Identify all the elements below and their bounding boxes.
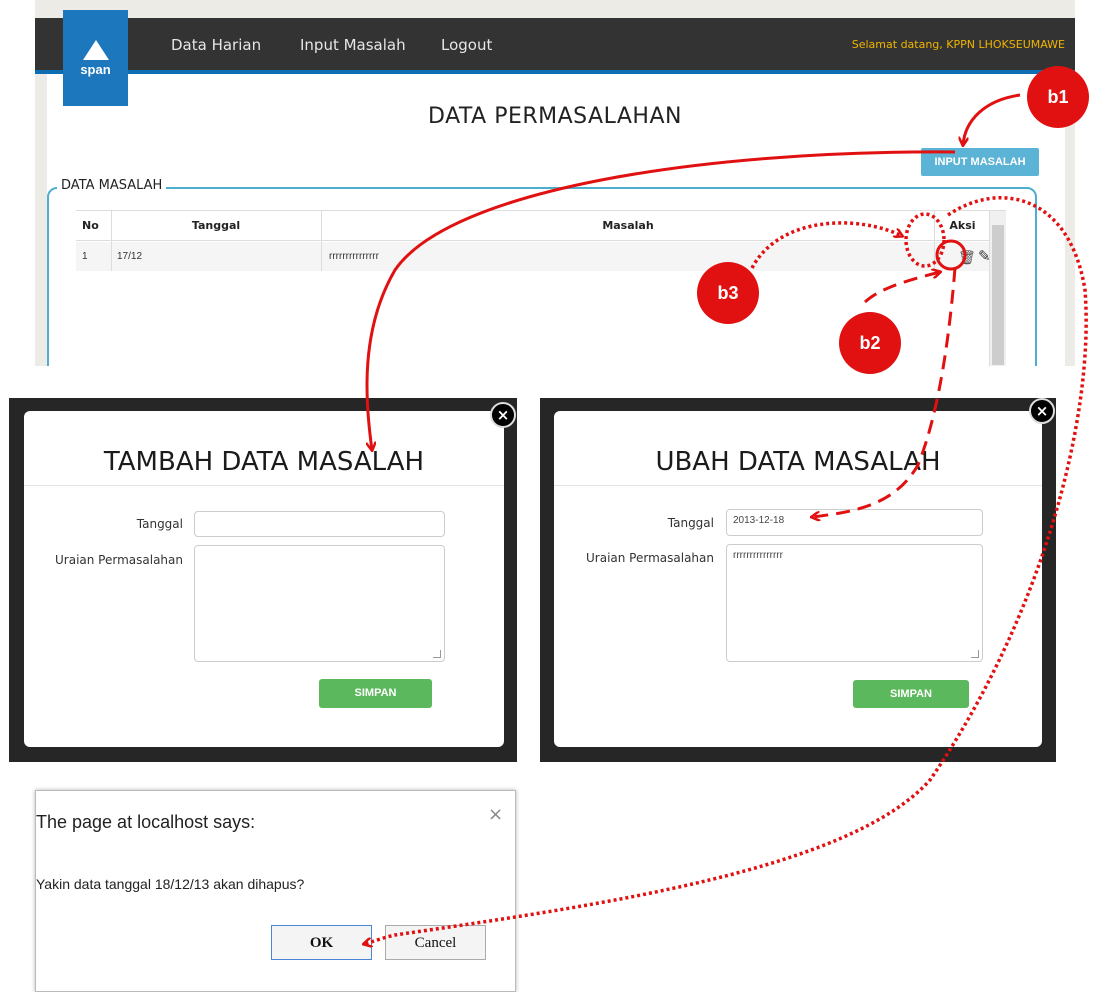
header-no: No	[82, 219, 99, 232]
modal-add: TAMBAH DATA MASALAH Tanggal Uraian Perma…	[24, 411, 504, 747]
tanggal-label: Tanggal	[136, 517, 183, 531]
ok-button[interactable]: OK	[271, 925, 372, 960]
header-tanggal: Tanggal	[191, 219, 241, 232]
nav-data-harian[interactable]: Data Harian	[171, 36, 261, 54]
header-masalah: Masalah	[602, 219, 654, 232]
uraian-textarea[interactable]: rrrrrrrrrrrrrrr	[726, 544, 983, 662]
close-icon[interactable]: ×	[1029, 398, 1055, 424]
col-divider	[111, 211, 112, 271]
modal-divider	[24, 485, 504, 486]
col-divider	[934, 211, 935, 271]
table-header: No Tanggal Masalah Aksi	[76, 211, 989, 241]
modal-edit: UBAH DATA MASALAH Tanggal 2013-12-18 Ura…	[554, 411, 1042, 747]
logo-text: span	[80, 62, 111, 77]
annotation-b1: b1	[1027, 66, 1089, 128]
tanggal-input[interactable]: 2013-12-18	[726, 509, 983, 536]
annotation-b2: b2	[839, 312, 901, 374]
nav-input-masalah[interactable]: Input Masalah	[300, 36, 406, 54]
cancel-button[interactable]: Cancel	[385, 925, 486, 960]
resize-handle-icon[interactable]	[971, 650, 979, 658]
span-logo[interactable]: span	[63, 10, 128, 106]
tanggal-input[interactable]	[194, 511, 445, 537]
logo-mark-icon	[83, 40, 109, 60]
dialog-title: The page at localhost says:	[36, 812, 256, 832]
modal-add-title: TAMBAH DATA MASALAH	[103, 447, 425, 477]
header-aksi: Aksi	[949, 219, 976, 232]
annotation-b3: b3	[697, 262, 759, 324]
simpan-button[interactable]: SIMPAN	[319, 679, 432, 708]
cell-no: 1	[82, 251, 88, 262]
modal-edit-title: UBAH DATA MASALAH	[655, 447, 941, 477]
cell-masalah: rrrrrrrrrrrrrrr	[329, 251, 379, 262]
fieldset-legend: DATA MASALAH	[57, 178, 167, 193]
simpan-button[interactable]: SIMPAN	[853, 680, 969, 708]
uraian-textarea[interactable]	[194, 545, 445, 662]
nav-logout[interactable]: Logout	[441, 36, 492, 54]
table-row: 1 17/12 rrrrrrrrrrrrrrr	[76, 242, 989, 271]
cell-tanggal: 17/12	[117, 251, 143, 262]
tanggal-label: Tanggal	[667, 516, 714, 530]
col-divider	[321, 211, 322, 271]
close-icon[interactable]: ×	[490, 402, 516, 428]
table-scrollbar[interactable]	[989, 211, 1006, 366]
resize-handle-icon[interactable]	[433, 650, 441, 658]
welcome-text: Selamat datang, KPPN LHOKSEUMAWE	[851, 38, 1065, 51]
uraian-label: Uraian Permasalahan	[586, 551, 714, 565]
dialog-message: Yakin data tanggal 18/12/13 akan dihapus…	[36, 876, 305, 892]
modal-divider	[554, 485, 1042, 486]
trash-icon[interactable]: 🗑	[958, 249, 976, 266]
page-title: DATA PERMASALAHAN	[428, 104, 682, 129]
uraian-label: Uraian Permasalahan	[55, 553, 183, 567]
scrollbar-thumb[interactable]	[992, 225, 1004, 365]
input-masalah-button[interactable]: INPUT MASALAH	[921, 148, 1039, 176]
app-screenshot: span Data Harian Input Masalah Logout Se…	[35, 0, 1075, 366]
close-icon[interactable]: ×	[488, 804, 503, 825]
